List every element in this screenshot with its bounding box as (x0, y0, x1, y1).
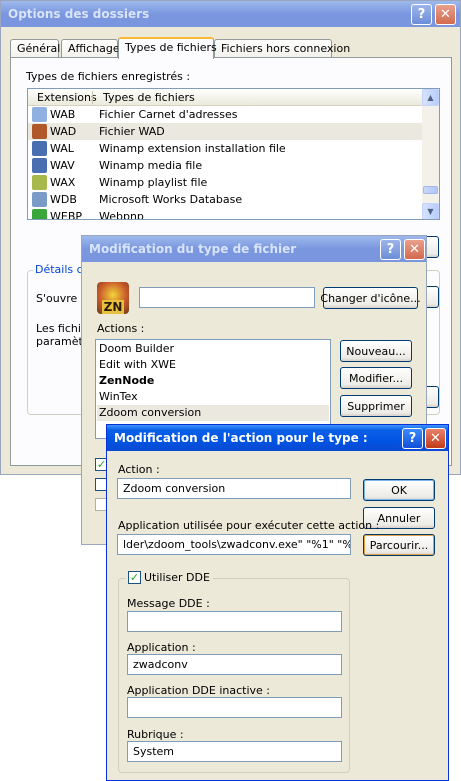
tab-display[interactable]: Affichage (61, 39, 120, 58)
file-type-cell: Winamp media file (99, 159, 203, 172)
use-dde-checkbox[interactable]: ✓ (128, 571, 141, 584)
file-type-cell: Winamp playlist file (99, 176, 208, 189)
help-icon[interactable]: ? (402, 428, 423, 449)
window-title: Modification du type de fichier (89, 242, 297, 256)
list-header: Extensions Types de fichiers (28, 89, 422, 106)
extension-cell: WAB (50, 108, 76, 121)
file-type-icon (32, 107, 47, 122)
scroll-down-icon[interactable]: ▼ (422, 203, 439, 219)
file-type-cell: Fichier Carnet d'adresses (99, 108, 238, 121)
table-row[interactable]: WDB Microsoft Works Database (28, 191, 422, 208)
file-type-icon (32, 192, 47, 207)
table-row[interactable]: WAV Winamp media file (28, 157, 422, 174)
action-input[interactable]: Zdoom conversion (117, 478, 351, 499)
close-icon[interactable]: ✕ (404, 239, 425, 260)
scroll-up-icon[interactable]: ▲ (422, 89, 439, 106)
window-title: Modification de l'action pour le type : (114, 431, 368, 445)
change-icon-button[interactable]: Changer d'icône... (320, 287, 421, 309)
column-file-types[interactable]: Types de fichiers (103, 91, 195, 104)
dde-topic-label: Rubrique : (127, 728, 184, 741)
list-item[interactable]: ZenNode (97, 373, 329, 389)
table-row[interactable]: WAX Winamp playlist file (28, 174, 422, 191)
file-type-cell: Microsoft Works Database (99, 193, 243, 206)
new-action-button[interactable]: Nouveau... (340, 340, 412, 362)
dde-message-label: Message DDE : (127, 597, 210, 610)
use-dde-row[interactable]: ✓ Utiliser DDE (125, 571, 213, 584)
dde-application-input[interactable]: zwadconv (127, 654, 342, 675)
close-icon[interactable]: ✕ (425, 428, 446, 449)
action-label: Action : (118, 463, 160, 476)
browse-button[interactable]: Parcourir... (363, 534, 435, 556)
close-icon[interactable]: ✕ (435, 4, 456, 25)
file-type-icon (32, 141, 47, 156)
file-type-icon (32, 175, 47, 190)
folder-options-titlebar[interactable]: Options des dossiers ? ✕ (1, 1, 460, 27)
file-type-icon (32, 124, 47, 139)
dde-topic-input[interactable]: System (127, 741, 342, 762)
extension-cell: WAX (50, 176, 76, 189)
table-row[interactable]: WAB Fichier Carnet d'adresses (28, 106, 422, 123)
tab-label: Fichiers hors connexion (221, 42, 351, 55)
application-path-label: Application utilisée pour exécuter cette… (118, 519, 380, 532)
actions-label: Actions : (97, 322, 145, 335)
column-extensions[interactable]: Extensions (37, 91, 97, 104)
extension-cell: WAD (50, 125, 77, 138)
tab-offline-files[interactable]: Fichiers hors connexion (214, 39, 350, 58)
dde-application-label: Application : (127, 641, 196, 654)
dde-inactive-input[interactable] (127, 697, 342, 718)
table-row[interactable]: WAD Fichier WAD (28, 123, 422, 140)
tab-general[interactable]: Général (10, 39, 61, 58)
dde-inactive-label: Application DDE inactive : (127, 684, 271, 697)
file-type-cell: Fichier WAD (99, 125, 165, 138)
list-item[interactable]: Edit with XWE (97, 357, 329, 373)
table-row[interactable]: WAL Winamp extension installation file (28, 140, 422, 157)
file-types-list[interactable]: Extensions Types de fichiers WAB Fichier … (27, 88, 440, 220)
edit-file-type-titlebar[interactable]: Modification du type de fichier ? ✕ (82, 236, 426, 262)
modify-action-button[interactable]: Modifier... (340, 367, 412, 389)
use-dde-label: Utiliser DDE (144, 571, 210, 584)
opens-with-label: S'ouvre a (36, 292, 88, 305)
extension-cell: WDB (50, 193, 77, 206)
list-item[interactable]: Doom Builder (97, 341, 329, 357)
file-type-name-input[interactable] (139, 287, 315, 308)
extension-cell: WEBP (50, 210, 83, 220)
tab-label: Affichage (68, 42, 120, 55)
application-path-input[interactable]: lder\zdoom_tools\zwadconv.exe" "%1" "%1" (117, 534, 351, 555)
icon-letters: ZN (101, 300, 125, 314)
file-type-icon (32, 209, 47, 219)
registered-types-label: Types de fichiers enregistrés : (26, 70, 191, 83)
dde-message-input[interactable] (127, 611, 342, 632)
table-row[interactable]: WEBP Webpnp (28, 208, 422, 220)
list-item[interactable]: WinTex (97, 389, 329, 405)
tab-label: Types de fichiers (125, 41, 217, 54)
extension-cell: WAL (50, 142, 74, 155)
file-type-cell: Webpnp (99, 210, 144, 220)
tab-file-types[interactable]: Types de fichiers (118, 37, 217, 59)
scroll-thumb[interactable] (423, 186, 438, 194)
edit-action-titlebar[interactable]: Modification de l'action pour le type : … (107, 425, 448, 451)
window-title: Options des dossiers (8, 7, 150, 21)
list-item[interactable]: Zdoom conversion (97, 405, 329, 421)
file-type-icon (32, 158, 47, 173)
ok-button[interactable]: OK (363, 479, 435, 501)
help-icon[interactable]: ? (380, 239, 401, 260)
file-type-cell: Winamp extension installation file (99, 142, 286, 155)
edit-action-window: Modification de l'action pour le type : … (106, 424, 449, 781)
help-icon[interactable]: ? (411, 4, 432, 25)
file-type-icon: ZN (97, 282, 129, 314)
column-divider (92, 91, 93, 104)
delete-action-button[interactable]: Supprimer (340, 395, 412, 417)
list-scrollbar[interactable]: ▲ ▼ (422, 89, 439, 219)
extension-cell: WAV (50, 159, 75, 172)
tab-label: Général (17, 42, 61, 55)
